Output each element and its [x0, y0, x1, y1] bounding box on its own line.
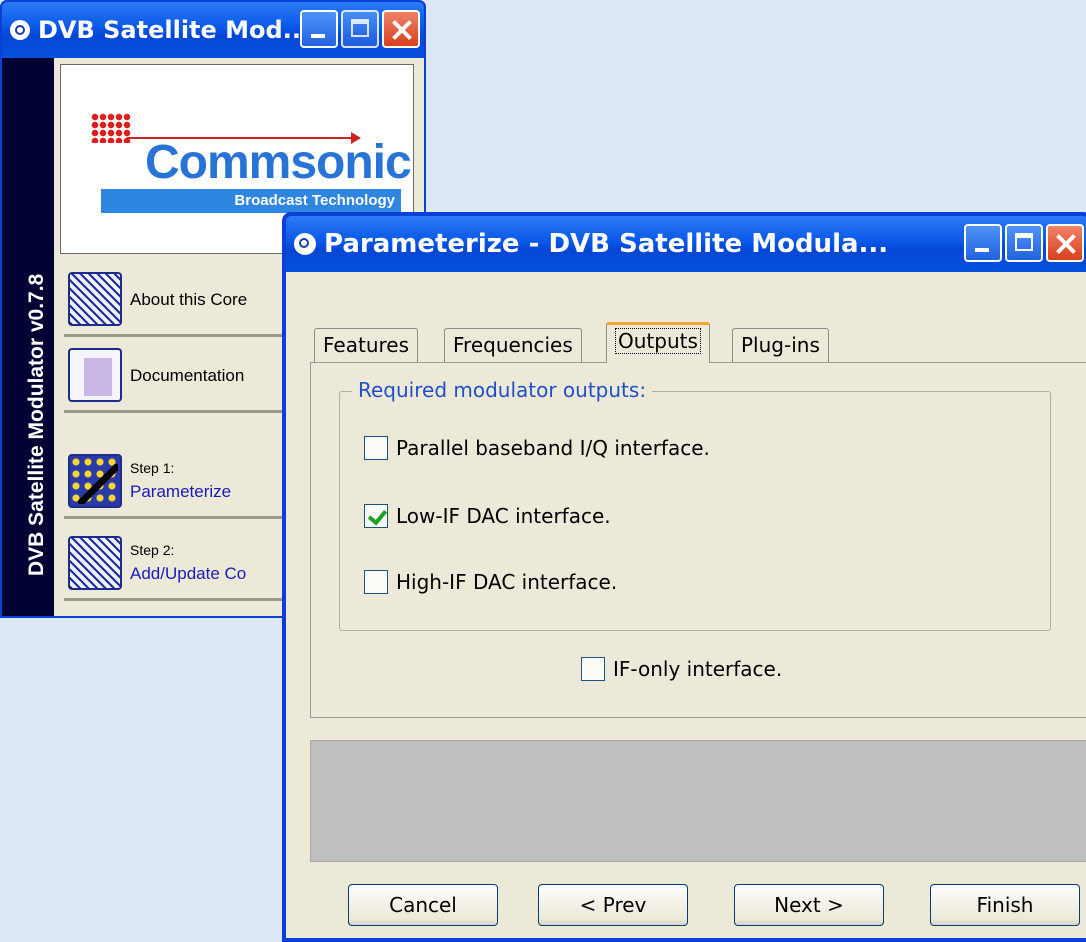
prev-button[interactable]: < Prev: [538, 884, 688, 926]
dialog-content: Features Frequencies Outputs Plug-ins Re…: [286, 272, 1086, 938]
parameterize-label: Parameterize: [130, 482, 232, 501]
parameterize-dialog: Parameterize - DVB Satellite Modula... F…: [282, 212, 1086, 942]
high-if-dac-option[interactable]: High-IF DAC interface.: [364, 570, 617, 594]
app-icon: [294, 233, 316, 255]
parallel-baseband-option[interactable]: Parallel baseband I/Q interface.: [364, 436, 710, 460]
logo-dots-icon: [91, 113, 131, 143]
low-if-dac-label: Low-IF DAC interface.: [396, 504, 611, 528]
info-panel: [310, 740, 1086, 862]
low-if-dac-option[interactable]: Low-IF DAC interface.: [364, 504, 611, 528]
finish-button[interactable]: Finish: [930, 884, 1080, 926]
minimize-button[interactable]: [964, 224, 1002, 262]
core-window-title: DVB Satellite Mod...: [38, 16, 311, 44]
logo-tagline: Broadcast Technology: [101, 189, 401, 213]
next-button[interactable]: Next >: [734, 884, 884, 926]
documentation-label: Documentation: [130, 366, 245, 385]
cancel-button[interactable]: Cancel: [348, 884, 498, 926]
close-button[interactable]: [382, 10, 420, 48]
step2-label: Step 2:: [130, 542, 175, 558]
maximize-button[interactable]: [1005, 224, 1043, 262]
tab-plug-ins[interactable]: Plug-ins: [732, 328, 829, 362]
low-if-dac-checkbox[interactable]: [364, 504, 388, 528]
sidebar-banner: DVB Satellite Modulator v0.7.8: [2, 58, 54, 616]
tab-frequencies[interactable]: Frequencies: [444, 328, 582, 362]
dialog-titlebar[interactable]: Parameterize - DVB Satellite Modula...: [286, 216, 1086, 272]
core-window-titlebar[interactable]: DVB Satellite Mod...: [2, 2, 424, 58]
tab-features[interactable]: Features: [314, 328, 418, 362]
group-label: Required modulator outputs:: [352, 378, 653, 402]
wand-icon: [68, 454, 122, 508]
cube-icon: [68, 536, 122, 590]
outputs-tab-panel: Required modulator outputs: Parallel bas…: [310, 362, 1086, 718]
app-icon: [10, 20, 30, 40]
step1-label: Step 1:: [130, 460, 175, 476]
add-update-label: Add/Update Co: [130, 564, 247, 583]
if-only-label: IF-only interface.: [613, 657, 783, 681]
cube-icon: [68, 272, 122, 326]
if-only-checkbox[interactable]: [581, 657, 605, 681]
about-core-label: About this Core: [130, 290, 248, 309]
high-if-dac-checkbox[interactable]: [364, 570, 388, 594]
high-if-dac-label: High-IF DAC interface.: [396, 570, 618, 594]
document-icon: [68, 348, 122, 402]
parallel-baseband-label: Parallel baseband I/Q interface.: [396, 436, 710, 460]
modulator-outputs-group: Required modulator outputs: Parallel bas…: [339, 378, 1051, 631]
close-button[interactable]: [1046, 224, 1084, 262]
minimize-button[interactable]: [300, 10, 338, 48]
dialog-title: Parameterize - DVB Satellite Modula...: [324, 229, 889, 259]
parallel-baseband-checkbox[interactable]: [364, 436, 388, 460]
tab-outputs[interactable]: Outputs: [606, 322, 710, 363]
maximize-button[interactable]: [341, 10, 379, 48]
if-only-option[interactable]: IF-only interface.: [581, 657, 782, 681]
sidebar-title: DVB Satellite Modulator v0.7.8: [25, 273, 48, 576]
logo-name: Commsonic: [145, 136, 412, 189]
